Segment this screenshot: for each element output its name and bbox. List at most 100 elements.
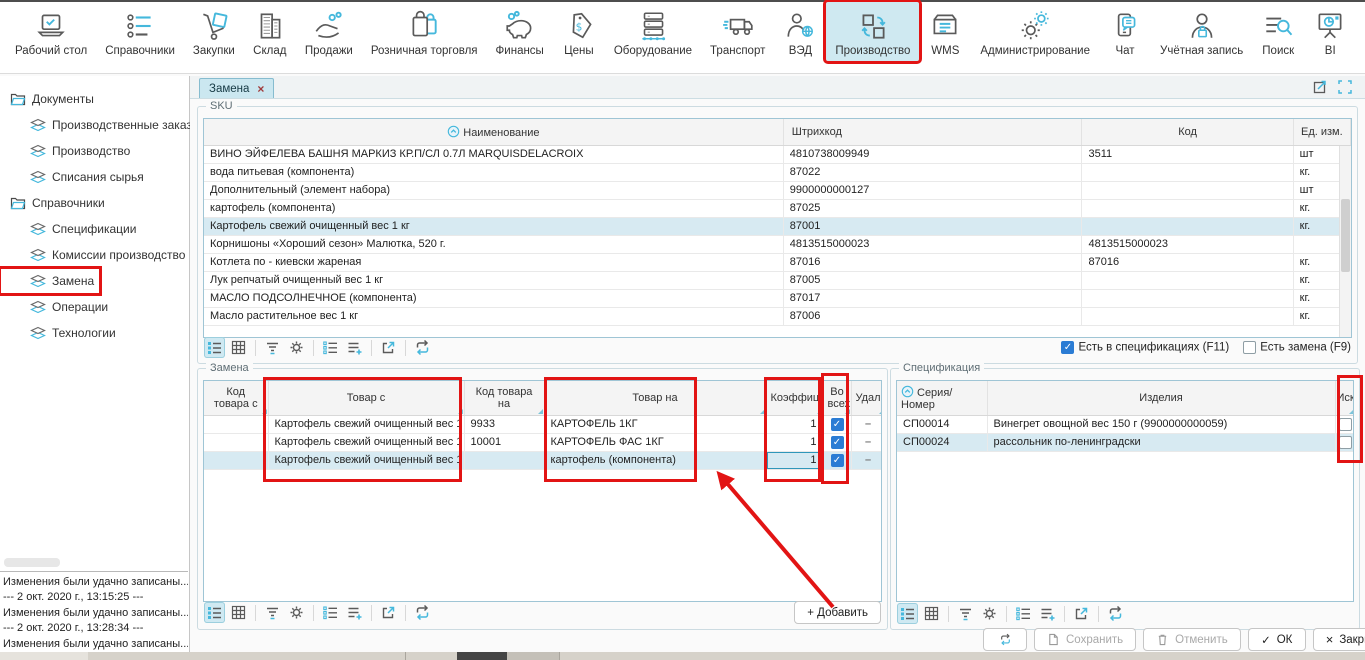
in-all-checkbox[interactable]: ✓ [831, 454, 844, 467]
grid-icon[interactable] [228, 337, 249, 358]
sidebar-item-Списания сырья[interactable]: Списания сырья [0, 164, 189, 190]
open-external-icon[interactable] [1312, 79, 1328, 95]
zamena-col-1[interactable]: Товар с [268, 381, 464, 415]
toolbar-item-ved[interactable]: ВЭД [774, 2, 826, 61]
delete-row-button[interactable]: – [865, 454, 871, 466]
spec-row[interactable]: СП00014Винегрет овощной вес 150 г (99000… [897, 415, 1354, 433]
sidebar-scrollbar-thumb[interactable] [4, 558, 60, 567]
tree-section-Справочники[interactable]: Справочники [0, 190, 189, 216]
gear-icon[interactable] [979, 603, 1000, 624]
in-all-checkbox[interactable]: ✓ [831, 436, 844, 449]
sidebar-item-Спецификации[interactable]: Спецификации [0, 216, 189, 242]
zamena-col-3[interactable]: Товар на [544, 381, 766, 415]
sidebar-item-Замена[interactable]: Замена [0, 268, 100, 294]
zamena-row[interactable]: Картофель свежий очищенный вес 1 кг9933К… [204, 415, 882, 433]
checkbox-unchecked-icon[interactable] [1243, 341, 1256, 354]
toolbar-item-procurement[interactable]: Закупки [184, 2, 244, 61]
refresh-icon[interactable] [412, 337, 433, 358]
sku-row[interactable]: Масло растительное вес 1 кг87006кг. [204, 307, 1351, 325]
has-replacement-checkbox[interactable]: Есть замена (F9) [1243, 341, 1351, 354]
in-all-checkbox[interactable]: ✓ [831, 418, 844, 431]
toolbar-item-retail[interactable]: Розничная торговля [362, 2, 487, 61]
add-button[interactable]: + Добавить [794, 601, 881, 624]
toolbar-item-equipment[interactable]: Оборудование [605, 2, 701, 61]
tree-section-Документы[interactable]: Документы [0, 86, 189, 112]
gear-icon[interactable] [286, 337, 307, 358]
list-view-icon[interactable] [204, 602, 225, 623]
toolbar-item-warehouse[interactable]: Склад [244, 2, 296, 61]
export-icon[interactable] [378, 602, 399, 623]
sku-row[interactable]: МАСЛО ПОДСОЛНЕЧНОЕ (компонента)87017кг. [204, 289, 1351, 307]
toolbar-item-transport[interactable]: Транспорт [701, 2, 774, 61]
sidebar-item-Производство[interactable]: Производство [0, 138, 189, 164]
zamena-row[interactable]: Картофель свежий очищенный вес 1 кг10001… [204, 433, 882, 451]
ok-button[interactable]: ✓ОК [1248, 628, 1306, 651]
refresh-icon[interactable] [1105, 603, 1126, 624]
gear-icon[interactable] [286, 602, 307, 623]
tab-zamena[interactable]: Замена × [199, 78, 274, 98]
delete-row-button[interactable]: – [865, 418, 871, 430]
sku-vertical-scrollbar[interactable] [1339, 146, 1351, 337]
sku-row[interactable]: вода питьевая (компонента)87022кг. [204, 163, 1351, 181]
refresh-icon[interactable] [412, 602, 433, 623]
sidebar-item-Комиссии производство[interactable]: Комиссии производство [0, 242, 189, 268]
numlist-icon[interactable] [320, 337, 341, 358]
toolbar-item-chat[interactable]: Чат [1099, 2, 1151, 61]
grid-icon[interactable] [921, 603, 942, 624]
toolbar-item-account[interactable]: Учётная запись [1151, 2, 1252, 61]
addlist-icon[interactable] [1037, 603, 1058, 624]
spec-col-serial[interactable]: Серия/Номер [897, 381, 987, 415]
numlist-icon[interactable] [320, 602, 341, 623]
filter-icon[interactable] [955, 603, 976, 624]
grid-icon[interactable] [228, 602, 249, 623]
export-icon[interactable] [378, 337, 399, 358]
sku-col-code[interactable]: Код [1082, 119, 1293, 145]
toolbar-item-finance[interactable]: Финансы [487, 2, 553, 61]
numlist-icon[interactable] [1013, 603, 1034, 624]
refresh-button[interactable] [983, 628, 1027, 651]
list-view-icon[interactable] [897, 603, 918, 624]
toolbar-item-directory[interactable]: Справочники [96, 2, 184, 61]
toolbar-item-search[interactable]: Поиск [1252, 2, 1304, 61]
addlist-icon[interactable] [344, 602, 365, 623]
close-button[interactable]: ×Закрыть [1313, 628, 1365, 651]
addlist-icon[interactable] [344, 337, 365, 358]
list-view-icon[interactable] [204, 337, 225, 358]
sku-row[interactable]: Котлета по - киевски жареная8701687016кг… [204, 253, 1351, 271]
save-button[interactable]: Сохранить [1034, 628, 1136, 651]
toolbar-item-wms[interactable]: WMS [919, 2, 971, 61]
excluded-checkbox[interactable] [1339, 436, 1352, 449]
sku-row[interactable]: Лук репчатый очищенный вес 1 кг87005кг. [204, 271, 1351, 289]
sku-row[interactable]: Корнишоны «Хороший сезон» Малютка, 520 г… [204, 235, 1351, 253]
sku-col-barcode[interactable]: Штрихкод [783, 119, 1082, 145]
zamena-col-0[interactable]: Код товара с [204, 381, 268, 415]
toolbar-item-admin[interactable]: Администрирование [971, 2, 1099, 61]
sku-row[interactable]: Картофель свежий очищенный вес 1 кг87001… [204, 217, 1351, 235]
toolbar-item-production[interactable]: Производство [826, 2, 919, 61]
spec-col-excluded[interactable]: Искл [1335, 381, 1354, 415]
sku-col-name[interactable]: Наименование [204, 119, 783, 145]
delete-row-button[interactable]: – [865, 436, 871, 448]
sku-col-unit[interactable]: Ед. изм. [1293, 119, 1350, 145]
checkbox-checked-icon[interactable]: ✓ [1061, 341, 1074, 354]
excluded-checkbox[interactable] [1339, 418, 1352, 431]
zamena-col-6[interactable]: Удали [851, 381, 882, 415]
has-in-specs-checkbox[interactable]: ✓Есть в спецификациях (F11) [1061, 341, 1229, 354]
zamena-row[interactable]: Картофель свежий очищенный вес 1 кгкарто… [204, 451, 882, 469]
spec-col-product[interactable]: Изделия [987, 381, 1335, 415]
sku-row[interactable]: картофель (компонента)87025кг. [204, 199, 1351, 217]
sidebar-item-Технологии[interactable]: Технологии [0, 320, 189, 346]
toolbar-item-prices[interactable]: $ Цены [553, 2, 605, 61]
sku-row[interactable]: Дополнительный (элемент набора)990000000… [204, 181, 1351, 199]
filter-icon[interactable] [262, 602, 283, 623]
toolbar-item-desktop[interactable]: Рабочий стол [6, 2, 96, 61]
fullscreen-icon[interactable] [1337, 79, 1353, 95]
tab-close-icon[interactable]: × [257, 83, 264, 95]
spec-row[interactable]: СП00024рассольник по-ленинградски [897, 433, 1354, 451]
sidebar-item-Операции[interactable]: Операции [0, 294, 189, 320]
sku-row[interactable]: ВИНО ЭЙФЕЛЕВА БАШНЯ МАРКИЗ КР.П/СЛ 0.7Л … [204, 145, 1351, 163]
cancel-button[interactable]: Отменить [1143, 628, 1241, 651]
toolbar-item-bi[interactable]: BI [1304, 2, 1356, 61]
zamena-col-2[interactable]: Код товара на [464, 381, 544, 415]
zamena-col-4[interactable]: Коэффици [766, 381, 823, 415]
